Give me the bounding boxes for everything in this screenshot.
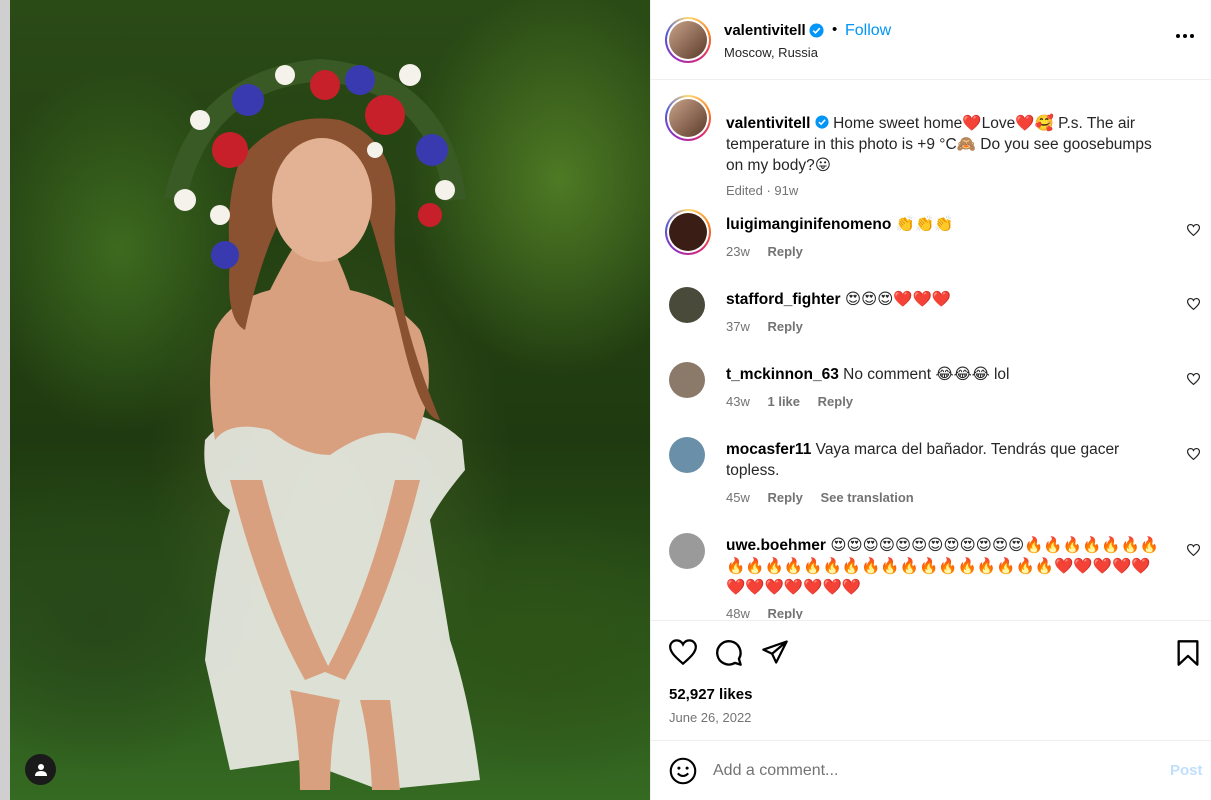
more-options-icon[interactable]	[1175, 26, 1195, 42]
likes-count[interactable]: 52,927 likes	[669, 686, 752, 703]
comment-age: 37w	[726, 319, 750, 334]
comment-meta: 37w Reply	[726, 319, 817, 334]
caption-username[interactable]: valentivitell	[726, 115, 810, 132]
reply-button[interactable]: Reply	[767, 606, 802, 619]
comment-like-icon[interactable]	[1186, 447, 1201, 463]
comment-composer: Post	[651, 740, 1211, 800]
post-actions: 52,927 likes June 26, 2022	[651, 620, 1211, 740]
comment-like-icon[interactable]	[1186, 372, 1201, 388]
comment-username[interactable]: luigimanginifenomeno	[726, 216, 891, 233]
comment-age: 43w	[726, 394, 750, 409]
comment-age: 48w	[726, 606, 750, 619]
emoji-icon[interactable]	[669, 757, 697, 788]
comment-meta: 43w 1 like Reply	[726, 394, 867, 409]
photo-subject	[164, 58, 480, 790]
comment-avatar[interactable]	[669, 362, 705, 398]
verified-badge-icon	[809, 23, 824, 41]
post-sidebar: valentivitell • Follow Moscow, Russia va…	[650, 0, 1211, 800]
comment-avatar[interactable]	[669, 287, 705, 323]
reply-button[interactable]: Reply	[767, 319, 802, 334]
see-translation-button[interactable]: See translation	[821, 490, 914, 505]
comment-username[interactable]: uwe.boehmer	[726, 537, 826, 554]
reply-button[interactable]: Reply	[818, 394, 853, 409]
post-comment-button[interactable]: Post	[1170, 762, 1203, 779]
verified-badge-icon	[815, 115, 829, 129]
comment-username[interactable]: stafford_fighter	[726, 291, 841, 308]
comment-avatar[interactable]	[669, 533, 705, 569]
comment-like-icon[interactable]	[1186, 297, 1201, 313]
share-icon[interactable]	[761, 639, 789, 668]
comment-username[interactable]: t_mckinnon_63	[726, 366, 839, 383]
follow-button[interactable]: Follow	[845, 22, 891, 40]
comment-age: 45w	[726, 490, 750, 505]
comment-meta: 45w Reply See translation	[726, 490, 928, 505]
comment-body: 😍😍😍❤️❤️❤️	[844, 291, 952, 308]
comment-text: t_mckinnon_63 No comment 😂😂😂 lol	[726, 364, 1166, 385]
comment-avatar[interactable]	[665, 209, 711, 255]
comment-text: luigimanginifenomeno 👏👏👏	[726, 214, 1166, 235]
comment-icon[interactable]	[715, 639, 743, 670]
comment-input[interactable]	[713, 759, 1143, 783]
comment-age: 23w	[726, 244, 750, 259]
comment-text: uwe.boehmer 😍😍😍😍😍😍😍😍😍😍😍😍🔥🔥🔥🔥🔥🔥🔥🔥🔥🔥🔥🔥🔥🔥🔥🔥…	[726, 535, 1166, 598]
caption-text: valentivitell Home sweet home❤️Love❤️🥰 P…	[726, 113, 1166, 176]
comment-meta: 48w Reply	[726, 606, 817, 619]
comment-list[interactable]: valentivitell Home sweet home❤️Love❤️🥰 P…	[651, 81, 1211, 619]
comment-likes-count[interactable]: 1 like	[767, 394, 800, 409]
reply-button[interactable]: Reply	[767, 490, 802, 505]
post-photo[interactable]	[0, 0, 650, 800]
comment-body: 👏👏👏	[895, 216, 954, 233]
author-avatar[interactable]	[665, 17, 711, 63]
comment-username[interactable]: mocasfer11	[726, 441, 811, 458]
comment-body: No comment 😂😂😂 lol	[843, 366, 1010, 383]
caption-edited: Edited · 91w	[726, 183, 799, 198]
avatar-image	[669, 213, 707, 251]
post-location[interactable]: Moscow, Russia	[724, 45, 818, 60]
comment-avatar[interactable]	[669, 437, 705, 473]
author-username[interactable]: valentivitell	[724, 22, 806, 39]
post-header: valentivitell • Follow Moscow, Russia	[651, 0, 1211, 80]
caption-avatar[interactable]	[665, 95, 711, 141]
comment-text: mocasfer11 Vaya marca del bañador. Tendr…	[726, 439, 1166, 481]
reply-button[interactable]: Reply	[767, 244, 802, 259]
user-tag-icon[interactable]	[25, 754, 56, 785]
comment-meta: 23w Reply	[726, 244, 817, 259]
comment-like-icon[interactable]	[1186, 223, 1201, 239]
post-date[interactable]: June 26, 2022	[669, 710, 751, 725]
comment-like-icon[interactable]	[1186, 543, 1201, 559]
header-separator: •	[832, 21, 838, 38]
save-bookmark-icon[interactable]	[1176, 639, 1200, 670]
comment-text: stafford_fighter 😍😍😍❤️❤️❤️	[726, 289, 1166, 310]
like-heart-icon[interactable]	[669, 639, 697, 668]
